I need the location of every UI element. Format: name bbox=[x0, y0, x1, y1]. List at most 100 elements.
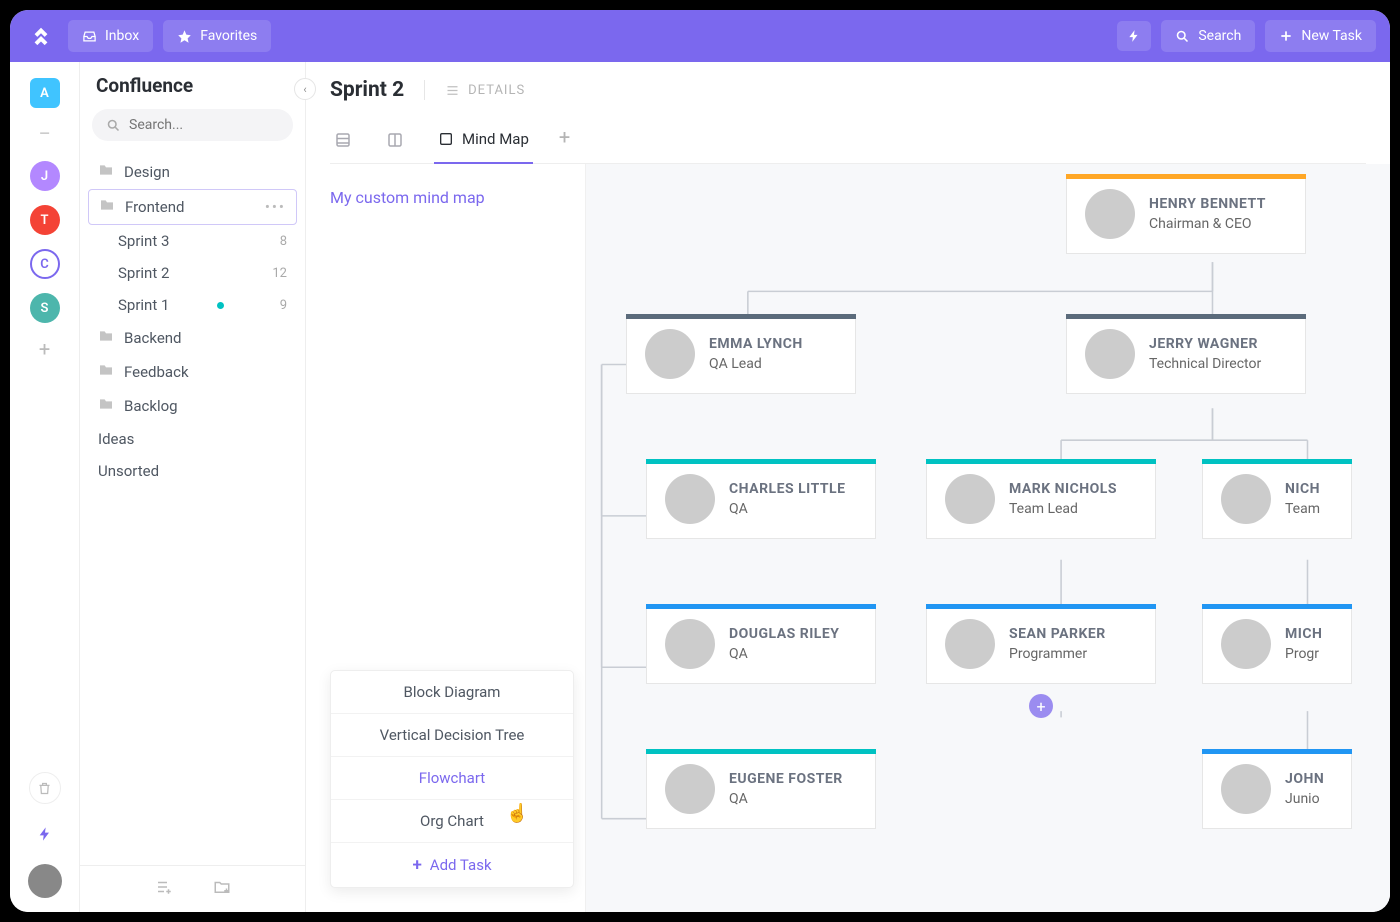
workspace-j[interactable]: J bbox=[30, 161, 60, 191]
add-view-button[interactable]: + bbox=[559, 125, 570, 159]
card-name: JOHN bbox=[1285, 771, 1324, 787]
ctx-flowchart[interactable]: Flowchart bbox=[331, 757, 573, 800]
add-workspace-button[interactable]: + bbox=[39, 337, 50, 361]
canvas-sidebar: My custom mind map Block Diagram Vertica… bbox=[306, 164, 586, 912]
item-count: 9 bbox=[280, 298, 287, 313]
search-button[interactable]: Search bbox=[1161, 20, 1255, 52]
more-icon[interactable]: ••• bbox=[265, 198, 286, 216]
star-icon bbox=[177, 29, 192, 44]
app-logo[interactable] bbox=[24, 19, 58, 53]
folder-add-icon[interactable] bbox=[213, 878, 231, 900]
bolt-rail-button[interactable] bbox=[29, 818, 61, 850]
folder-icon bbox=[98, 328, 114, 348]
sidebar-item-unsorted[interactable]: Unsorted bbox=[88, 455, 297, 487]
add-node-button[interactable]: + bbox=[1029, 694, 1053, 718]
workspace-c[interactable]: C bbox=[30, 249, 60, 279]
org-card-douglas[interactable]: DOUGLAS RILEY QA bbox=[646, 604, 876, 684]
inbox-icon bbox=[82, 29, 97, 44]
ctx-block-diagram[interactable]: Block Diagram bbox=[331, 671, 573, 714]
context-menu: Block Diagram Vertical Decision Tree Flo… bbox=[330, 670, 574, 888]
sidebar-item-feedback[interactable]: Feedback bbox=[88, 355, 297, 389]
avatar bbox=[665, 764, 715, 814]
workspace-rail: A − JTCS + bbox=[10, 62, 80, 912]
view-tabs: Mind Map + bbox=[330, 120, 1366, 164]
details-button[interactable]: DETAILS bbox=[445, 83, 525, 98]
folder-icon bbox=[99, 197, 115, 217]
org-card-eugene[interactable]: EUGENE FOSTERQA bbox=[646, 749, 876, 829]
avatar bbox=[945, 619, 995, 669]
ctx-vertical-tree[interactable]: Vertical Decision Tree bbox=[331, 714, 573, 757]
new-task-label: New Task bbox=[1301, 28, 1362, 44]
sidebar: Confluence ‹ DesignFrontend•••Sprint 38S… bbox=[80, 62, 306, 912]
card-role: Team bbox=[1285, 501, 1320, 517]
trash-button[interactable] bbox=[29, 772, 61, 804]
new-task-button[interactable]: New Task bbox=[1265, 20, 1376, 52]
sidebar-item-frontend[interactable]: Frontend••• bbox=[88, 189, 297, 225]
list-add-icon[interactable] bbox=[155, 878, 173, 900]
folder-icon bbox=[98, 362, 114, 382]
sidebar-item-label: Sprint 3 bbox=[118, 232, 169, 250]
org-card-john[interactable]: JOHNJunio bbox=[1202, 749, 1352, 829]
card-role: QA bbox=[729, 646, 839, 662]
inbox-button[interactable]: Inbox bbox=[68, 20, 153, 52]
sidebar-item-label: Unsorted bbox=[98, 462, 159, 480]
card-name: DOUGLAS RILEY bbox=[729, 626, 839, 642]
sidebar-item-label: Sprint 1 bbox=[118, 296, 169, 314]
ctx-org-chart[interactable]: Org Chart bbox=[331, 800, 573, 843]
sidebar-item-label: Sprint 2 bbox=[118, 264, 169, 282]
ctx-add-task[interactable]: + Add Task bbox=[331, 843, 573, 887]
sidebar-search[interactable] bbox=[92, 109, 293, 141]
org-card-jerry[interactable]: JERRY WAGNERTechnical Director bbox=[1066, 314, 1306, 394]
workspace-s[interactable]: S bbox=[30, 293, 60, 323]
inbox-label: Inbox bbox=[105, 28, 139, 44]
org-card-ceo[interactable]: HENRY BENNETT Chairman & CEO bbox=[1066, 174, 1306, 254]
org-card-mark[interactable]: MARK NICHOLS Team Lead bbox=[926, 459, 1156, 539]
user-avatar[interactable] bbox=[28, 864, 62, 898]
search-label: Search bbox=[1198, 28, 1241, 44]
tab-mind-map[interactable]: Mind Map bbox=[434, 120, 533, 164]
sidebar-item-backend[interactable]: Backend bbox=[88, 321, 297, 355]
workspace-a[interactable]: A bbox=[30, 78, 60, 108]
org-card-sean[interactable]: SEAN PARKER Programmer bbox=[926, 604, 1156, 684]
workspace-t[interactable]: T bbox=[30, 205, 60, 235]
sidebar-item-backlog[interactable]: Backlog bbox=[88, 389, 297, 423]
sidebar-item-ideas[interactable]: Ideas bbox=[88, 423, 297, 455]
card-role: Team Lead bbox=[1009, 501, 1117, 517]
org-chart-canvas[interactable]: HENRY BENNETT Chairman & CEO EMMA LYNCHQA … bbox=[586, 164, 1390, 912]
avatar bbox=[1085, 189, 1135, 239]
tab-list[interactable] bbox=[330, 121, 356, 163]
item-count: 12 bbox=[272, 266, 287, 281]
sidebar-item-sprint-3[interactable]: Sprint 38 bbox=[88, 225, 297, 257]
status-dot bbox=[217, 302, 224, 309]
sidebar-item-design[interactable]: Design bbox=[88, 155, 297, 189]
card-name: MARK NICHOLS bbox=[1009, 481, 1117, 497]
ctx-add-task-label: Add Task bbox=[430, 856, 492, 874]
tab-mind-map-label: Mind Map bbox=[462, 130, 529, 148]
favorites-button[interactable]: Favorites bbox=[163, 20, 271, 52]
folder-icon bbox=[98, 162, 114, 182]
org-card-charles[interactable]: CHARLES LITTLEQA bbox=[646, 459, 876, 539]
search-input[interactable] bbox=[129, 117, 307, 133]
card-role: Programmer bbox=[1009, 646, 1106, 662]
org-card-mich[interactable]: MICHProgr bbox=[1202, 604, 1352, 684]
bolt-button[interactable] bbox=[1117, 21, 1151, 51]
avatar bbox=[1221, 474, 1271, 524]
card-role: Chairman & CEO bbox=[1149, 216, 1266, 232]
sidebar-item-sprint-2[interactable]: Sprint 2 12 bbox=[88, 257, 297, 289]
mind-map-link[interactable]: My custom mind map bbox=[330, 188, 485, 207]
avatar bbox=[945, 474, 995, 524]
card-role: QA bbox=[729, 791, 843, 807]
collapse-icon[interactable]: − bbox=[38, 122, 51, 147]
avatar bbox=[665, 619, 715, 669]
card-name: SEAN PARKER bbox=[1009, 626, 1106, 642]
org-card-nich[interactable]: NICHTeam bbox=[1202, 459, 1352, 539]
sidebar-item-sprint-1[interactable]: Sprint 1 9 bbox=[88, 289, 297, 321]
sidebar-item-label: Ideas bbox=[98, 430, 134, 448]
sidebar-item-label: Feedback bbox=[124, 363, 189, 381]
tab-board[interactable] bbox=[382, 121, 408, 163]
card-name: HENRY BENNETT bbox=[1149, 196, 1266, 212]
avatar bbox=[665, 474, 715, 524]
card-role: Progr bbox=[1285, 646, 1322, 662]
org-card-emma[interactable]: EMMA LYNCHQA Lead bbox=[626, 314, 856, 394]
collapse-sidebar-button[interactable]: ‹ bbox=[294, 78, 316, 100]
